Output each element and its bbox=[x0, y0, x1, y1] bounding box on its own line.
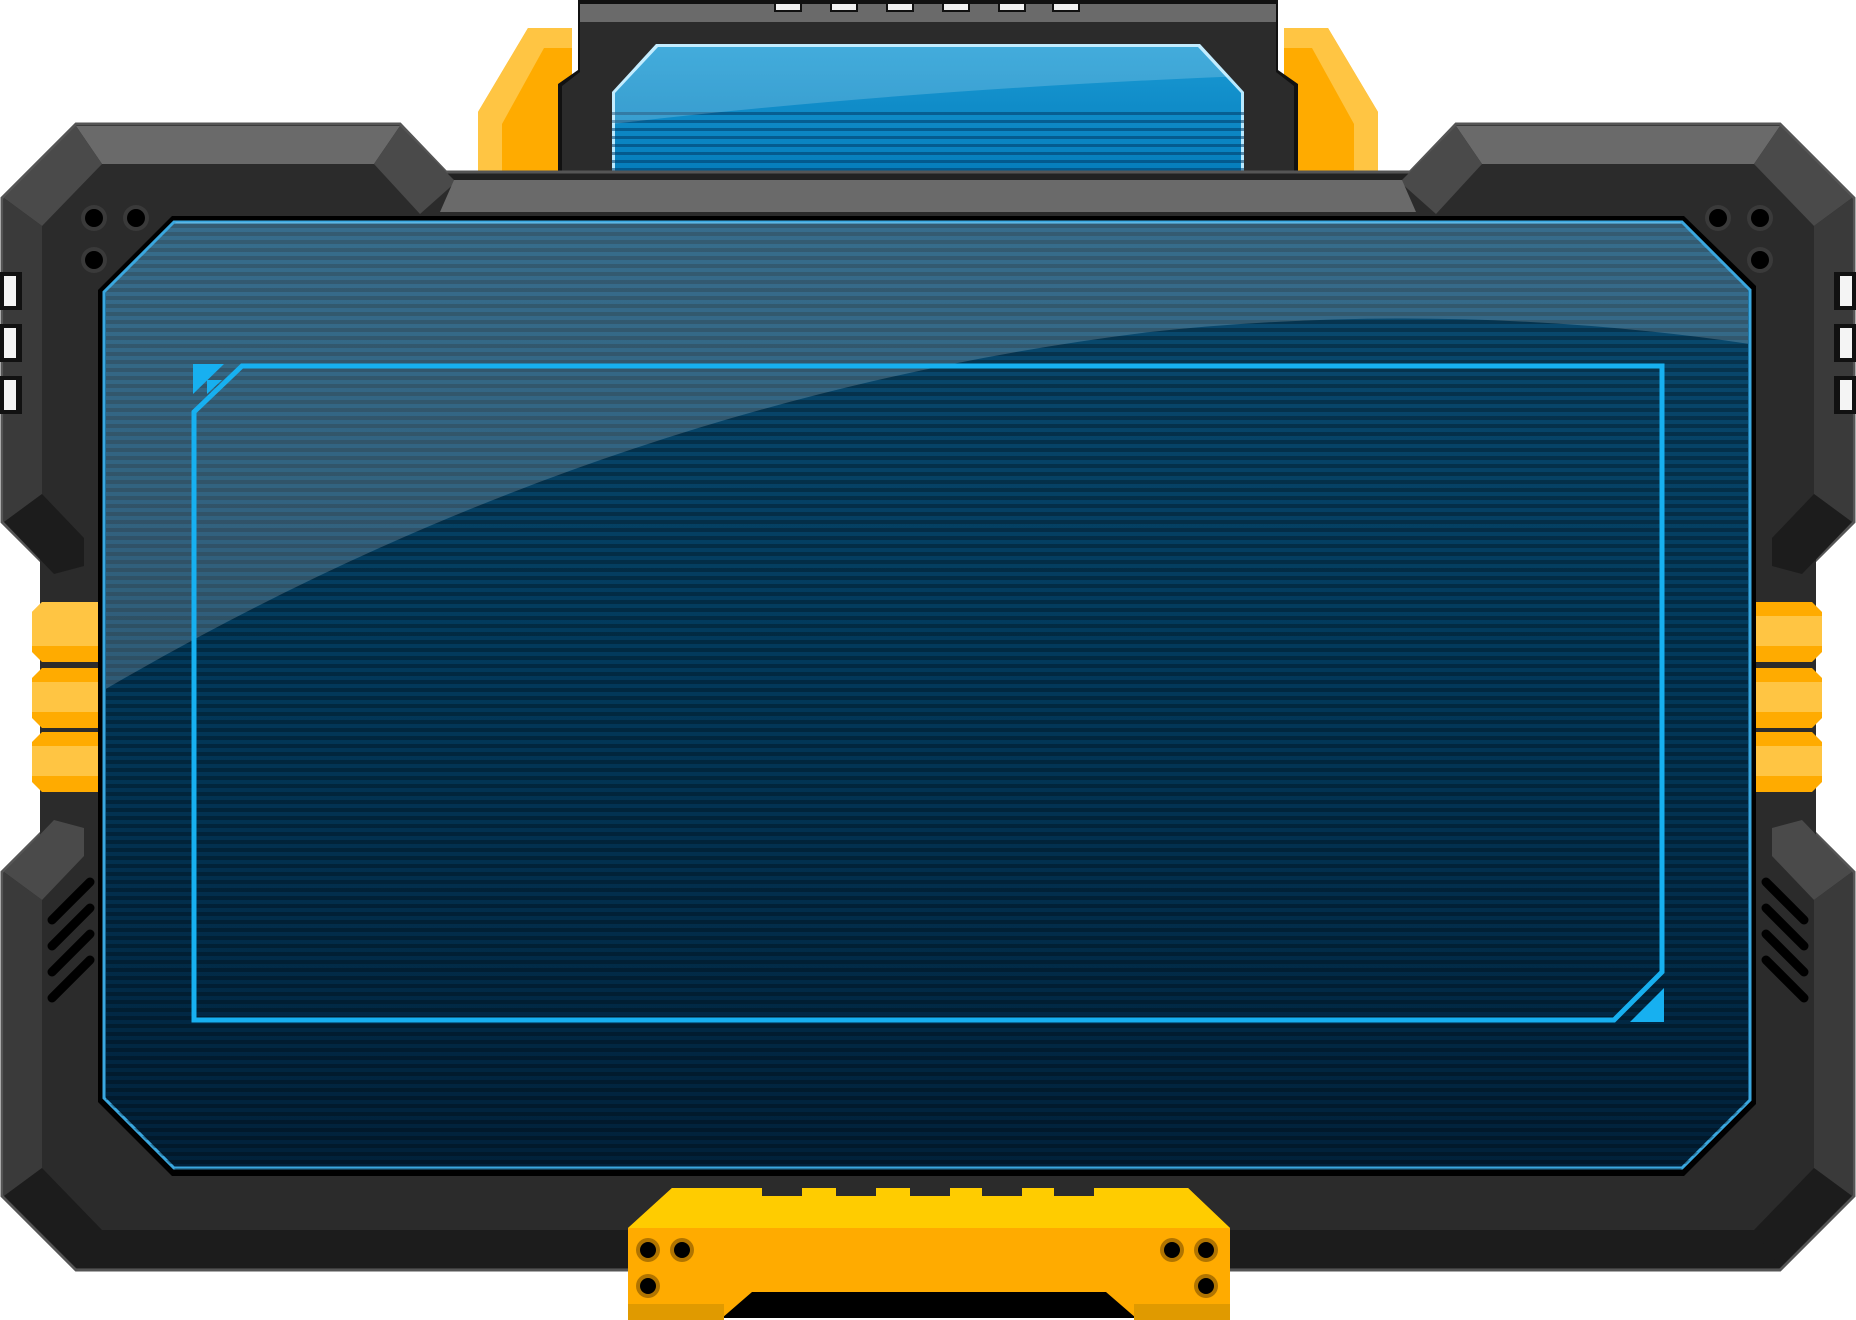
right-edge-notches bbox=[1834, 272, 1856, 414]
clip-bracket-icon bbox=[1754, 602, 1822, 792]
left-edge-notches bbox=[0, 272, 22, 414]
top-left-ear bbox=[478, 28, 572, 182]
clip-bracket-icon bbox=[32, 602, 102, 792]
top-right-ear bbox=[1284, 28, 1378, 182]
top-screen-content bbox=[620, 50, 1236, 180]
main-screen-content bbox=[198, 370, 1658, 1016]
game-panel-frame bbox=[0, 0, 1856, 1320]
handle-bracket-icon bbox=[628, 1186, 1230, 1320]
